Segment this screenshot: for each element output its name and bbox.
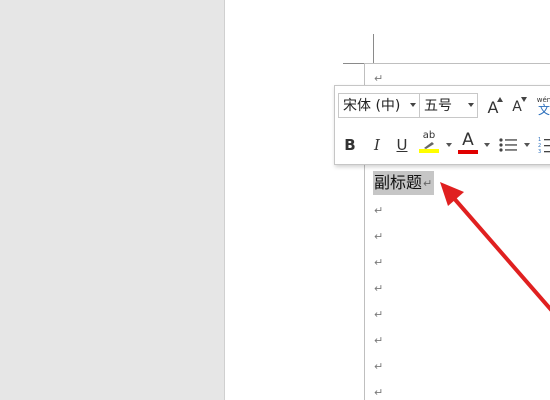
highlight-color-swatch <box>419 149 439 153</box>
highlight-button[interactable]: ab <box>417 130 441 158</box>
paragraph-mark: ↵ <box>374 308 384 321</box>
bullets-button[interactable] <box>496 133 520 157</box>
selected-text[interactable]: 副标题 ↵ <box>373 171 435 195</box>
highlighter-pen-icon <box>424 142 434 149</box>
chevron-down-icon[interactable] <box>468 103 474 107</box>
subtitle-text: 副标题 <box>374 173 423 192</box>
paragraph-mark: ↵ <box>374 204 384 217</box>
shrink-font-button[interactable]: A <box>507 95 527 119</box>
font-size-value: 五号 <box>424 98 452 114</box>
crop-mark-vertical <box>373 34 374 64</box>
paragraph-mark: ↵ <box>374 282 384 295</box>
font-color-icon: A <box>462 130 474 150</box>
paragraph-mark: ↵ <box>374 72 384 85</box>
chevron-down-icon[interactable] <box>484 143 490 147</box>
font-name-combo[interactable]: 宋体 (中) <box>338 93 420 118</box>
font-size-combo[interactable]: 五号 <box>419 93 478 118</box>
mini-toolbar: 宋体 (中) 五号 A A wén 文 B I U ab A 1 2 3 <box>334 85 550 165</box>
font-color-swatch <box>458 150 478 154</box>
numbered-list-icon: 1 2 3 <box>538 137 550 154</box>
caret-down-icon <box>521 97 527 102</box>
chevron-down-icon[interactable] <box>446 143 452 147</box>
bullet-list-icon <box>499 138 517 152</box>
font-color-button[interactable]: A <box>457 130 479 158</box>
paragraph-mark: ↵ <box>374 230 384 243</box>
font-name-value: 宋体 (中) <box>343 98 401 114</box>
paragraph-mark: ↵ <box>374 334 384 347</box>
paragraph-mark: ↵ <box>374 360 384 373</box>
phonetic-guide-button[interactable]: wén 文 <box>532 94 550 118</box>
numbering-button[interactable]: 1 2 3 <box>535 133 550 157</box>
caret-up-icon <box>497 97 503 102</box>
highlighter-icon: ab <box>422 130 436 141</box>
text-boundary-top <box>364 63 550 64</box>
paragraph-mark: ↵ <box>374 386 384 399</box>
svg-text:3: 3 <box>538 149 541 154</box>
bold-button[interactable]: B <box>341 133 359 157</box>
phonetic-guide-icon: 文 <box>537 102 550 117</box>
paragraph-mark: ↵ <box>374 256 384 269</box>
paragraph-mark: ↵ <box>423 176 433 190</box>
italic-button[interactable]: I <box>368 133 386 157</box>
grow-font-button[interactable]: A <box>483 95 503 119</box>
underline-button[interactable]: U <box>393 133 411 157</box>
chevron-down-icon[interactable] <box>524 143 530 147</box>
document-page[interactable] <box>224 0 550 400</box>
chevron-down-icon[interactable] <box>410 103 416 107</box>
